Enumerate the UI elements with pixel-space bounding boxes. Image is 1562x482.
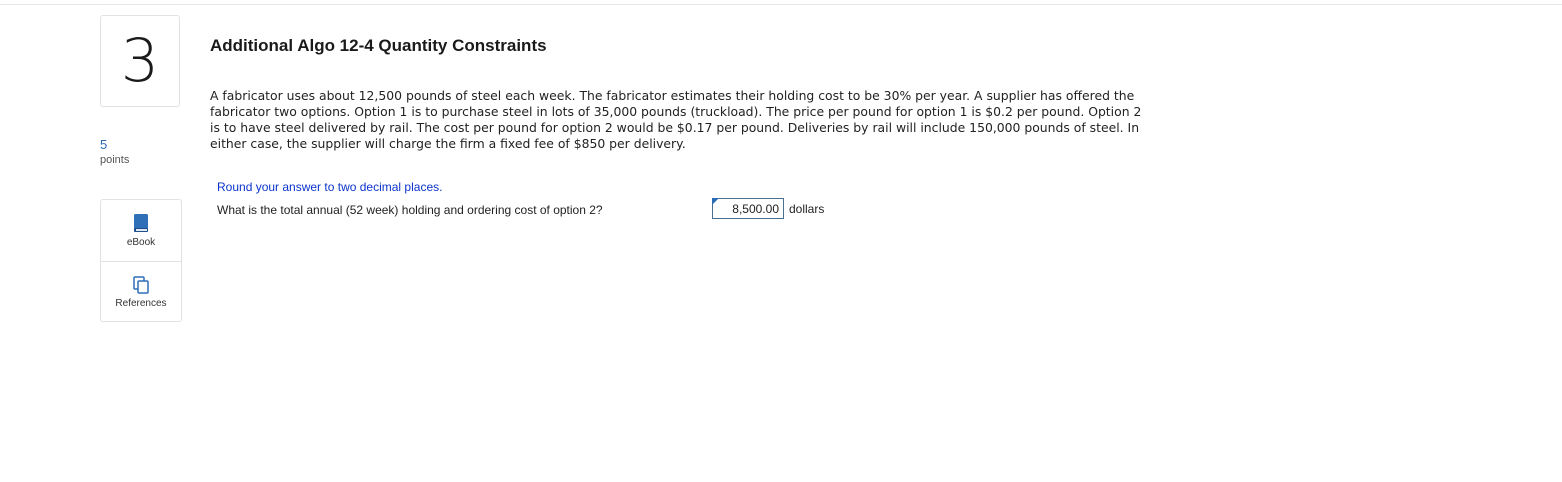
question-number: 3 (120, 26, 160, 96)
book-icon (134, 214, 148, 232)
answer-unit: dollars (789, 201, 825, 216)
ebook-button[interactable]: eBook (101, 200, 181, 261)
ebook-label: eBook (126, 237, 156, 248)
flag-icon (712, 198, 719, 205)
sub-question-text: What is the total annual (52 week) holdi… (217, 203, 603, 217)
top-divider (0, 4, 1562, 5)
points-label: points (100, 154, 130, 166)
tools-panel: eBook References (100, 199, 182, 322)
question-title: Additional Algo 12-4 Quantity Constraint… (210, 36, 547, 55)
copy-pages-icon (133, 276, 149, 294)
question-number-box: 3 (100, 15, 180, 107)
answer-row: dollars (712, 198, 824, 219)
question-prompt: A fabricator uses about 12,500 pounds of… (210, 88, 1142, 151)
answer-input[interactable] (712, 198, 784, 219)
points-value: 5 (100, 137, 108, 152)
references-label: References (115, 298, 167, 309)
references-button[interactable]: References (101, 261, 181, 323)
rounding-instruction: Round your answer to two decimal places. (217, 180, 443, 194)
